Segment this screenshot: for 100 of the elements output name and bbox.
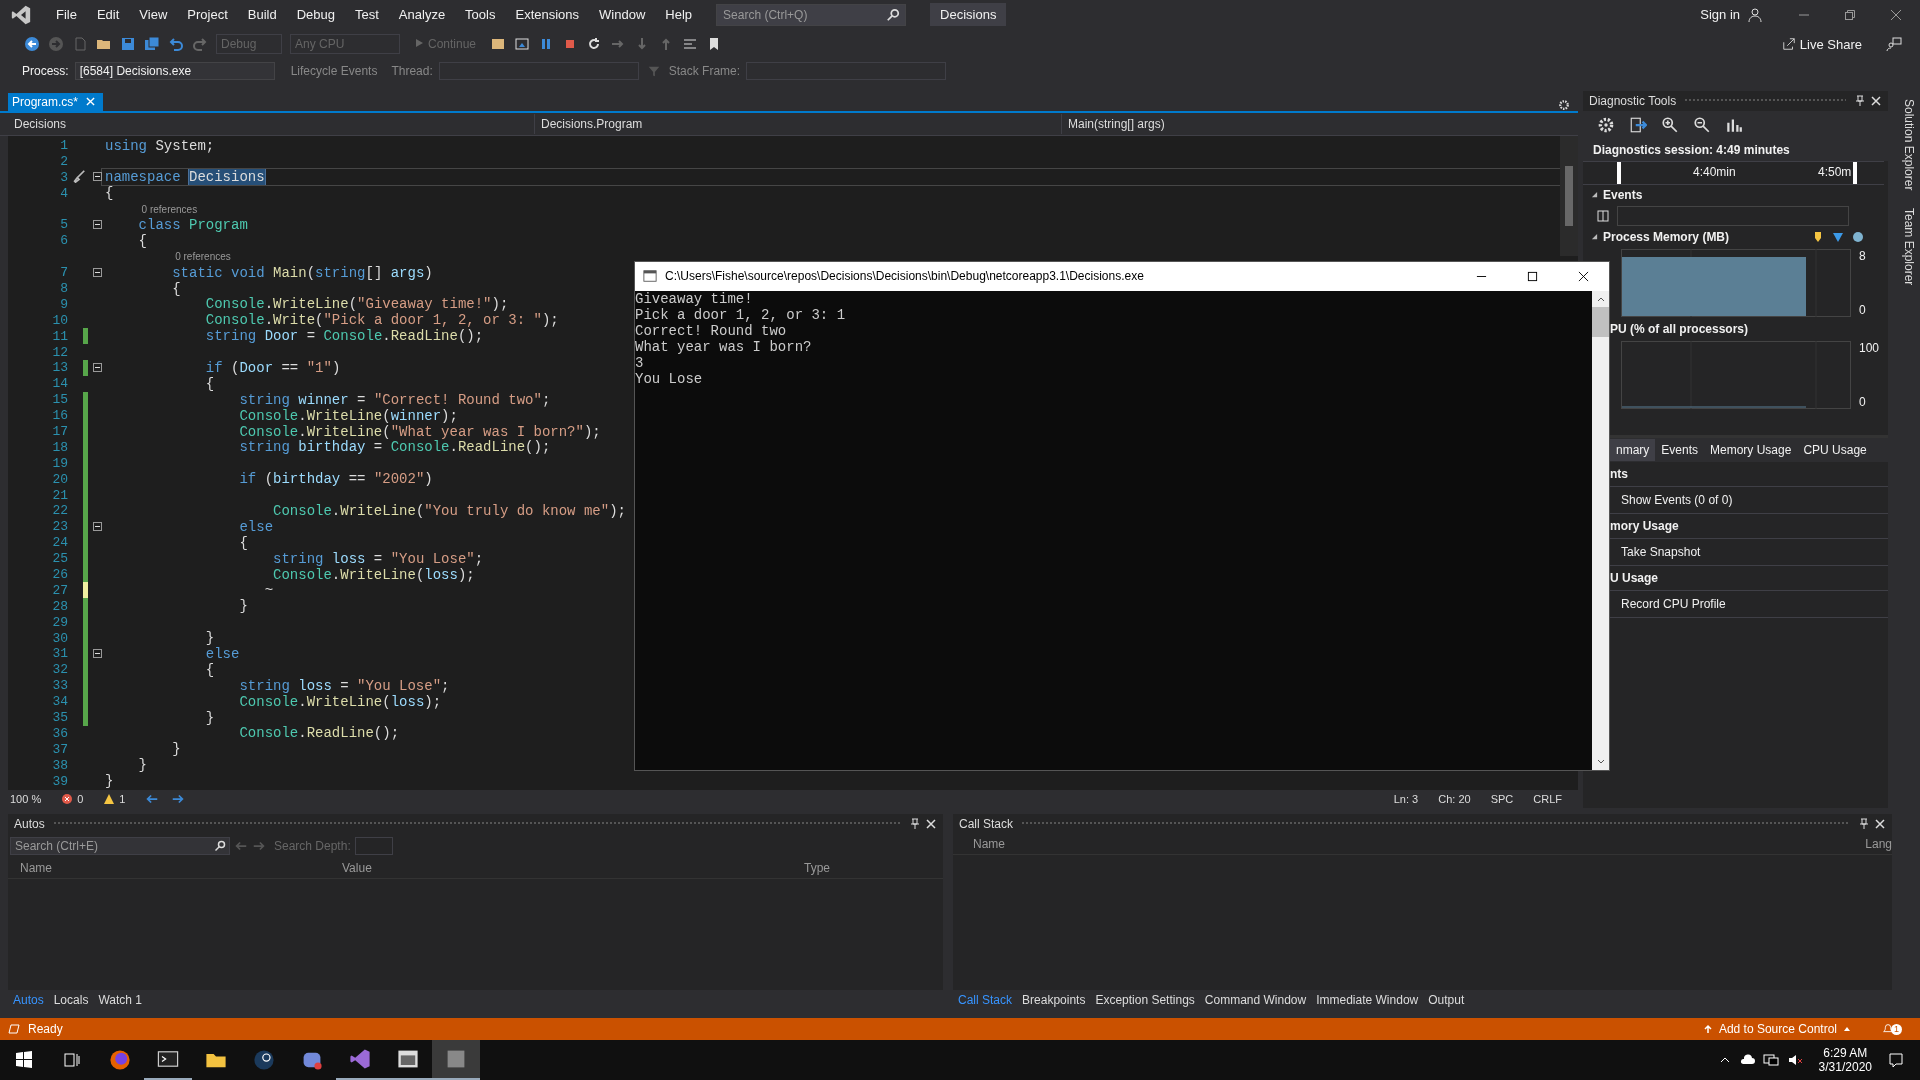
menu-item[interactable]: Test: [345, 7, 389, 23]
pin-icon[interactable]: [909, 817, 921, 830]
panel-tab[interactable]: Immediate Window: [1311, 991, 1424, 1010]
live-share-button[interactable]: Live Share: [1781, 36, 1862, 52]
indent-indicator[interactable]: SPC: [1490, 792, 1514, 805]
zoom-out-icon[interactable]: [1693, 115, 1711, 134]
expanded-triangle-icon[interactable]: [1591, 233, 1598, 241]
screenshot-icon[interactable]: [514, 36, 531, 53]
collapse-icon[interactable]: [93, 267, 102, 277]
column-header[interactable]: Value: [330, 860, 792, 875]
code-line: }: [238, 598, 248, 615]
diagnostics-tab[interactable]: Memory Usage: [1704, 438, 1798, 461]
side-tab[interactable]: Team Explorer: [1892, 207, 1916, 286]
restore-icon[interactable]: [1844, 8, 1856, 21]
warning-count[interactable]: 1: [119, 792, 126, 805]
timeline-ruler[interactable]: 4:40min 4:50m: [1583, 160, 1884, 185]
back-icon[interactable]: [24, 36, 40, 53]
task-view-icon[interactable]: [62, 1050, 82, 1070]
scrollbar[interactable]: [1592, 290, 1609, 770]
diagnostics-tab[interactable]: Events: [1655, 438, 1705, 461]
redo-icon[interactable]: [192, 36, 208, 53]
column-header[interactable]: Type: [792, 860, 830, 875]
class-dropdown[interactable]: Decisions.Program: [535, 113, 1062, 134]
pin-icon[interactable]: [1858, 817, 1870, 830]
export-icon[interactable]: [1629, 115, 1647, 134]
zoom-dropdown[interactable]: 100 %: [10, 792, 42, 805]
action-link[interactable]: Take Snapshot: [1621, 544, 1701, 559]
panel-tab[interactable]: Exception Settings: [1090, 991, 1200, 1010]
panel-tab[interactable]: Locals: [48, 991, 94, 1010]
sign-in-link[interactable]: Sign in: [1700, 7, 1740, 23]
menu-item[interactable]: Edit: [86, 7, 130, 23]
error-count[interactable]: 0: [77, 792, 84, 805]
pin-icon[interactable]: [1854, 94, 1866, 107]
brush-icon[interactable]: [72, 169, 86, 184]
collapse-icon[interactable]: [93, 649, 102, 659]
save-icon[interactable]: [120, 36, 136, 53]
section-heading[interactable]: Process Memory (MB): [1603, 229, 1730, 244]
menu-item[interactable]: Debug: [286, 7, 345, 23]
maximize-icon[interactable]: [1527, 270, 1538, 282]
member-dropdown[interactable]: Main(string[] args): [1062, 113, 1578, 134]
references-lens[interactable]: 0 references: [172, 251, 231, 263]
network-icon[interactable]: [1762, 1052, 1779, 1068]
search-field[interactable]: Search (Ctrl+E): [10, 836, 230, 855]
menu-item[interactable]: View: [129, 7, 178, 23]
menu-item[interactable]: Build: [237, 7, 287, 23]
source-control-button[interactable]: Add to Source Control: [1702, 1022, 1851, 1037]
panel-tab[interactable]: Call Stack: [953, 991, 1018, 1010]
notification-icon[interactable]: [1888, 1052, 1904, 1068]
notification-button[interactable]: 1: [1881, 1022, 1902, 1037]
side-tab[interactable]: Solution Explorer: [1892, 98, 1916, 190]
action-link[interactable]: Record CPU Profile: [1621, 596, 1726, 611]
expanded-triangle-icon[interactable]: [1591, 191, 1598, 199]
menu-item[interactable]: Help: [655, 7, 703, 23]
references-lens[interactable]: 0 references: [138, 203, 198, 215]
collapse-icon[interactable]: [93, 172, 102, 182]
settings-icon[interactable]: [1597, 115, 1615, 134]
close-icon[interactable]: [925, 817, 937, 830]
column-header[interactable]: Lang: [1853, 836, 1892, 851]
collapse-icon[interactable]: [93, 363, 102, 372]
column-header[interactable]: Name: [953, 836, 1005, 851]
panel-tab[interactable]: Watch 1: [93, 991, 147, 1010]
undo-icon[interactable]: [168, 36, 184, 53]
document-tab[interactable]: Program.cs*: [8, 92, 104, 111]
column-header[interactable]: Name: [8, 860, 330, 875]
process-dropdown[interactable]: [6584] Decisions.exe: [74, 61, 275, 80]
menu-item[interactable]: Analyze: [388, 7, 456, 23]
panel-tab[interactable]: Breakpoints: [1017, 991, 1091, 1010]
project-dropdown[interactable]: Decisions: [8, 113, 535, 134]
diagnostics-tab[interactable]: CPU Usage: [1797, 438, 1873, 461]
action-link[interactable]: Show Events (0 of 0): [1621, 492, 1733, 507]
line-ending-indicator[interactable]: CRLF: [1533, 792, 1562, 805]
menu-item[interactable]: Project: [177, 7, 238, 23]
scrollbar[interactable]: [1560, 135, 1578, 256]
volume-muted-icon[interactable]: [1786, 1052, 1803, 1068]
feedback-icon[interactable]: [1886, 36, 1902, 53]
clock-time[interactable]: 6:29 AM: [1823, 1046, 1868, 1060]
panel-tab[interactable]: Output: [1423, 991, 1470, 1010]
section-heading[interactable]: PU (% of all processors): [1610, 321, 1749, 336]
lifecycle-events-dropdown[interactable]: Lifecycle Events: [290, 63, 378, 78]
close-icon[interactable]: [1874, 817, 1886, 830]
menu-item[interactable]: Extensions: [505, 7, 590, 23]
close-icon[interactable]: [1578, 270, 1589, 282]
settings-icon[interactable]: [1558, 98, 1570, 111]
panel-tab[interactable]: Autos: [8, 991, 49, 1010]
zoom-in-icon[interactable]: [1661, 115, 1679, 134]
scroll-thumb[interactable]: [1592, 306, 1609, 337]
collapse-icon[interactable]: [93, 521, 102, 531]
pause-icon[interactable]: [1597, 209, 1609, 222]
menu-item[interactable]: Tools: [455, 7, 506, 23]
diagnostics-tab[interactable]: nmary: [1610, 438, 1656, 461]
person-icon[interactable]: [1748, 6, 1764, 23]
menu-item[interactable]: File: [46, 7, 87, 23]
panel-tab[interactable]: Command Window: [1199, 991, 1312, 1010]
save-all-icon[interactable]: [144, 36, 160, 53]
section-heading[interactable]: Events: [1603, 187, 1643, 202]
windows-logo-icon[interactable]: [14, 1050, 34, 1070]
menu-item[interactable]: Window: [589, 7, 656, 23]
collapse-icon[interactable]: [93, 220, 102, 229]
search-field[interactable]: Search (Ctrl+Q): [716, 3, 907, 26]
clock-date[interactable]: 3/31/2020: [1818, 1060, 1872, 1074]
